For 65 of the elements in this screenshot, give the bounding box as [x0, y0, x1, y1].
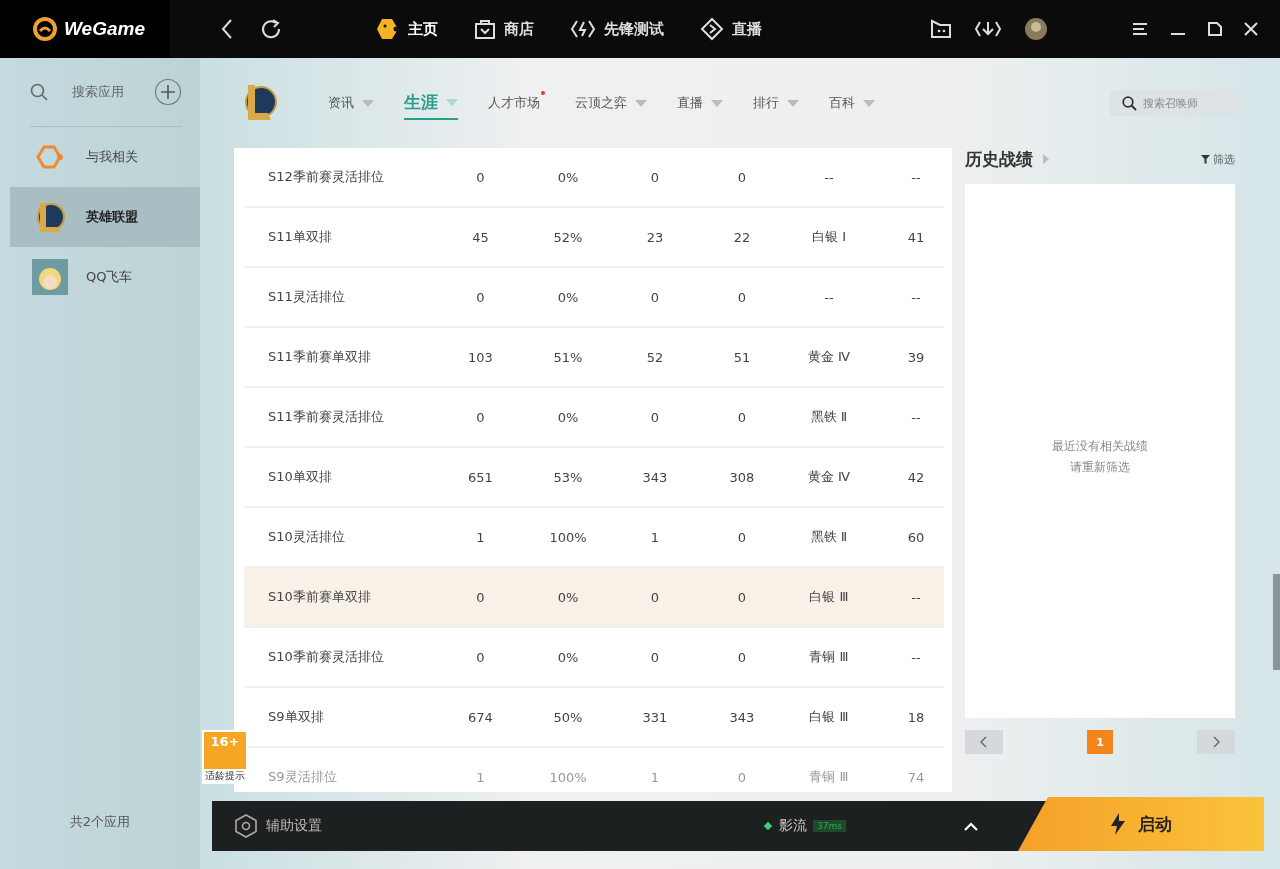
play-diamond-icon [700, 17, 724, 41]
empty-message: 请重新筛选 [1070, 459, 1130, 476]
maximize-icon[interactable] [1208, 22, 1222, 36]
empty-message: 最近没有相关战绩 [1052, 438, 1148, 455]
age-rating-badge: 16+ 适龄提示 [202, 730, 248, 784]
filter-icon [1201, 154, 1210, 164]
subnav-tab[interactable]: 人才市场 [488, 86, 545, 120]
search-field[interactable]: 搜索应用 [72, 83, 140, 101]
hexagon-face-icon [376, 18, 400, 40]
caret-icon [635, 99, 647, 107]
avatar-icon[interactable] [1024, 17, 1048, 41]
refresh-icon[interactable] [260, 18, 282, 40]
chevron-up-icon[interactable] [964, 821, 978, 831]
caret-icon [863, 99, 875, 107]
subnav-tab[interactable]: 资讯 [328, 86, 374, 120]
app-count: 共2个应用 [69, 813, 131, 831]
app-logo: WeGame [64, 18, 145, 40]
table-row[interactable]: S11季前赛灵活排位 0 0% 0 0 黑铁 Ⅱ -- [244, 388, 944, 448]
subnav-tab[interactable]: 云顶之弈 [575, 86, 647, 120]
lightning-icon [1110, 813, 1126, 835]
table-row[interactable]: S11单双排 45 52% 23 22 白银 Ⅰ 41 [244, 208, 944, 268]
shopping-bag-icon [474, 18, 496, 40]
ping-badge: 37ms [813, 820, 846, 832]
table-row[interactable]: S11灵活排位 0 0% 0 0 -- -- [244, 268, 944, 328]
search-icon [1122, 95, 1137, 111]
nav-tab[interactable]: 直播 [700, 17, 762, 41]
search-icon[interactable] [30, 83, 48, 101]
table-row[interactable]: S10季前赛单双排 0 0% 0 0 白银 Ⅲ -- [244, 568, 944, 628]
download-icon[interactable] [974, 19, 1002, 39]
assist-settings-button[interactable]: 辅助设置 [212, 814, 322, 838]
hexagon-gear-icon [234, 814, 258, 838]
filter-button[interactable]: 筛选 [1201, 151, 1235, 167]
caret-icon [787, 99, 799, 107]
menu-icon[interactable] [1132, 22, 1148, 36]
nav-tab[interactable]: 先锋测试 [570, 17, 664, 41]
caret-icon [446, 98, 458, 106]
nav-tab[interactable]: 商店 [474, 17, 534, 41]
logo-icon [32, 16, 58, 42]
server-name[interactable]: 影流 [779, 817, 808, 835]
message-icon[interactable] [930, 19, 952, 39]
subnav-tab[interactable]: 排行 [753, 86, 799, 120]
back-icon[interactable] [220, 18, 234, 40]
sidebar-item[interactable]: QQ飞车 [10, 247, 200, 307]
table-row[interactable]: S10季前赛灵活排位 0 0% 0 0 青铜 Ⅲ -- [244, 628, 944, 688]
table-row[interactable]: S9单双排 674 50% 331 343 白银 Ⅲ 18 [244, 688, 944, 748]
table-row[interactable]: S12季前赛灵活排位 0 0% 0 0 -- -- [244, 148, 944, 208]
caret-icon [362, 99, 374, 107]
lightning-icon [570, 18, 596, 40]
sidebar-item[interactable]: 英雄联盟 [10, 187, 200, 247]
subnav-tab[interactable]: 直播 [677, 86, 723, 120]
subnav-tab[interactable]: 百科 [829, 86, 875, 120]
table-row[interactable]: S11季前赛单双排 103 51% 52 51 黄金 Ⅳ 39 [244, 328, 944, 388]
add-icon[interactable] [154, 78, 182, 106]
caret-icon [711, 99, 723, 107]
scrollbar[interactable] [1273, 574, 1280, 670]
close-icon[interactable] [1244, 22, 1258, 36]
notification-dot [541, 90, 545, 95]
chevron-right-icon [1212, 736, 1220, 748]
nav-tab[interactable]: 主页 [376, 17, 438, 41]
table-row[interactable]: S10单双排 651 53% 343 308 黄金 Ⅳ 42 [244, 448, 944, 508]
game-avatar-icon [32, 259, 68, 295]
history-title: 历史战绩 [965, 147, 1033, 171]
launch-button[interactable]: 启动 [1018, 797, 1264, 851]
chevron-left-icon [980, 736, 988, 748]
sidebar-item[interactable]: 与我相关 [10, 127, 200, 187]
